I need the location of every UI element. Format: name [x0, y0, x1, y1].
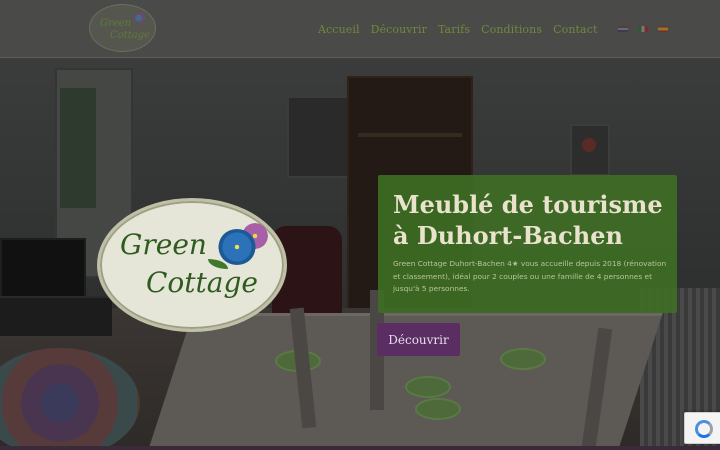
nav-item-accueil[interactable]: Accueil	[318, 23, 360, 36]
header-logo[interactable]: Green Cottage	[89, 4, 156, 52]
decouvrir-button[interactable]: Découvrir	[377, 323, 460, 356]
recaptcha-icon	[695, 420, 713, 438]
hero-info-panel: Meublé de tourisme à Duhort-Bachen Green…	[378, 175, 677, 313]
hero-logo-text-cottage: Cottage	[146, 266, 258, 299]
hero-description: Green Cottage Duhort-Bachen 4★ vous accu…	[393, 259, 667, 293]
header-logo-text-green: Green	[100, 18, 132, 29]
hibiscus-icon	[134, 13, 146, 23]
spain-flag-icon[interactable]	[658, 26, 669, 32]
header-logo-text-cottage: Cottage	[110, 30, 150, 41]
hero-logo-text-green: Green	[120, 228, 207, 261]
hero-title: Meublé de tourisme à Duhort-Bachen	[393, 190, 663, 250]
nav-item-contact[interactable]: Contact	[553, 23, 597, 36]
nav-item-conditions[interactable]: Conditions	[481, 23, 542, 36]
main-nav: Accueil Découvrir Tarifs Conditions Cont…	[318, 21, 669, 37]
nav-item-tarifs[interactable]: Tarifs	[438, 23, 470, 36]
uk-flag-icon[interactable]	[618, 26, 629, 32]
page-bottom-border	[0, 446, 720, 450]
nav-item-decouvrir[interactable]: Découvrir	[371, 23, 427, 36]
recaptcha-badge[interactable]	[684, 412, 720, 444]
blue-hibiscus-icon	[218, 229, 256, 265]
italy-flag-icon[interactable]	[638, 26, 649, 32]
site-header: Green Cottage Accueil Découvrir Tarifs C…	[0, 0, 720, 58]
hero-logo: Green Cottage	[97, 198, 287, 332]
